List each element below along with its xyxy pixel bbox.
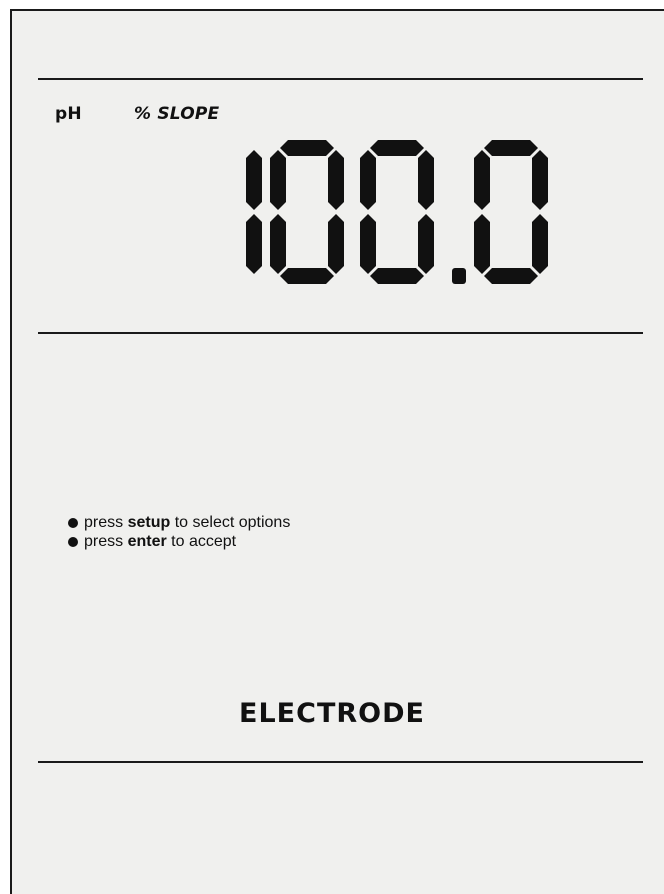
segment-b <box>532 150 548 210</box>
segment-d <box>280 268 334 284</box>
segment-b <box>418 150 434 210</box>
instruction-prefix: press <box>84 514 128 531</box>
segment-e <box>474 214 490 274</box>
segment-c <box>246 214 262 274</box>
mode-label: % SLOPE <box>134 104 220 124</box>
segment-a <box>280 140 334 156</box>
segment-d <box>484 268 538 284</box>
segment-d <box>370 268 424 284</box>
readout-digit <box>246 150 262 274</box>
segment-e <box>270 214 286 274</box>
instruction-suffix: to accept <box>166 533 237 550</box>
segment-b <box>328 150 344 210</box>
instruction-list: press setup to select options press ente… <box>68 513 290 551</box>
setup-key-label: setup <box>127 514 171 531</box>
segment-b <box>246 150 262 210</box>
readout-digit <box>360 140 434 284</box>
segment-a <box>370 140 424 156</box>
segment-c <box>418 214 434 274</box>
instruction-prefix: press <box>84 533 128 550</box>
bullet-icon <box>68 536 78 547</box>
segment-f <box>270 150 286 210</box>
decimal-point <box>452 268 466 284</box>
screen-title: ELECTRODE <box>239 698 425 729</box>
segment-e <box>360 214 376 274</box>
readout-digit <box>474 140 548 284</box>
instruction-enter: press enter to accept <box>68 532 290 551</box>
seven-segment-readout <box>246 140 548 284</box>
top-divider <box>38 78 643 80</box>
instruction-setup: press setup to select options <box>68 513 290 532</box>
instruction-suffix: to select options <box>170 514 291 531</box>
bullet-icon <box>68 517 78 528</box>
segment-a <box>484 140 538 156</box>
readout-digit <box>270 140 344 284</box>
segment-f <box>360 150 376 210</box>
segment-c <box>532 214 548 274</box>
bottom-divider <box>38 761 643 763</box>
enter-key-label: enter <box>127 533 167 550</box>
unit-label: pH <box>55 104 82 124</box>
middle-divider <box>38 332 643 334</box>
segment-f <box>474 150 490 210</box>
segment-c <box>328 214 344 274</box>
